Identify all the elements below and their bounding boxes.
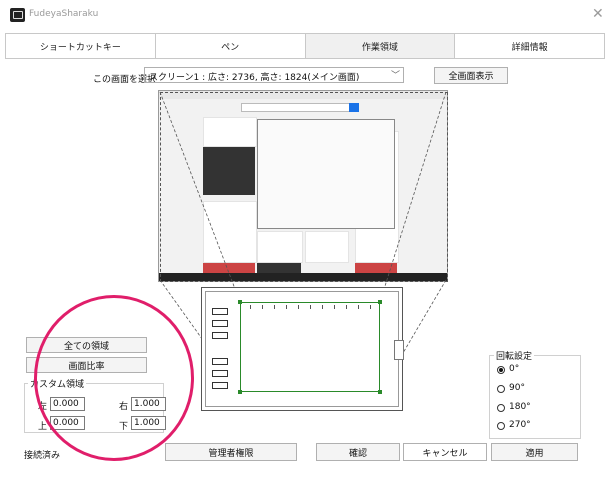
rotation-0-label: 0°	[509, 364, 520, 374]
ruler-tick	[250, 305, 251, 309]
ruler-tick	[370, 305, 371, 309]
tablet-express-key	[212, 332, 228, 339]
ruler-tick	[298, 305, 299, 309]
rotation-title: 回転設定	[494, 349, 535, 362]
ruler-tick	[358, 305, 359, 309]
tablet-side-tab	[394, 340, 404, 360]
active-area-handle[interactable]	[378, 300, 382, 304]
rotation-270-radio[interactable]	[497, 422, 505, 430]
tablet-express-key	[212, 358, 228, 365]
active-area-handle[interactable]	[378, 390, 382, 394]
active-area-handle[interactable]	[238, 300, 242, 304]
tablet-express-key	[212, 382, 228, 389]
ruler-tick	[262, 305, 263, 309]
tablet-express-key	[212, 370, 228, 377]
rotation-180-radio[interactable]	[497, 404, 505, 412]
rotation-0-radio[interactable]	[497, 366, 505, 374]
tablet-express-key	[212, 320, 228, 327]
ok-button[interactable]: 確認	[316, 443, 400, 461]
cancel-button[interactable]: キャンセル	[403, 443, 487, 461]
highlight-circle	[34, 295, 194, 461]
active-area-handle[interactable]	[238, 390, 242, 394]
rotation-90-label: 90°	[509, 383, 525, 393]
ruler-tick	[310, 305, 311, 309]
admin-button[interactable]: 管理者権限	[165, 443, 297, 461]
rotation-270-label: 270°	[509, 420, 531, 430]
active-area[interactable]	[240, 302, 380, 392]
rotation-90-radio[interactable]	[497, 385, 505, 393]
ruler-tick	[286, 305, 287, 309]
ruler-tick	[334, 305, 335, 309]
ruler-tick	[322, 305, 323, 309]
ruler-tick	[274, 305, 275, 309]
ruler-tick	[346, 305, 347, 309]
tablet-express-key	[212, 308, 228, 315]
apply-button[interactable]: 適用	[491, 443, 578, 461]
rotation-180-label: 180°	[509, 402, 531, 412]
connection-status: 接続済み	[24, 451, 61, 461]
